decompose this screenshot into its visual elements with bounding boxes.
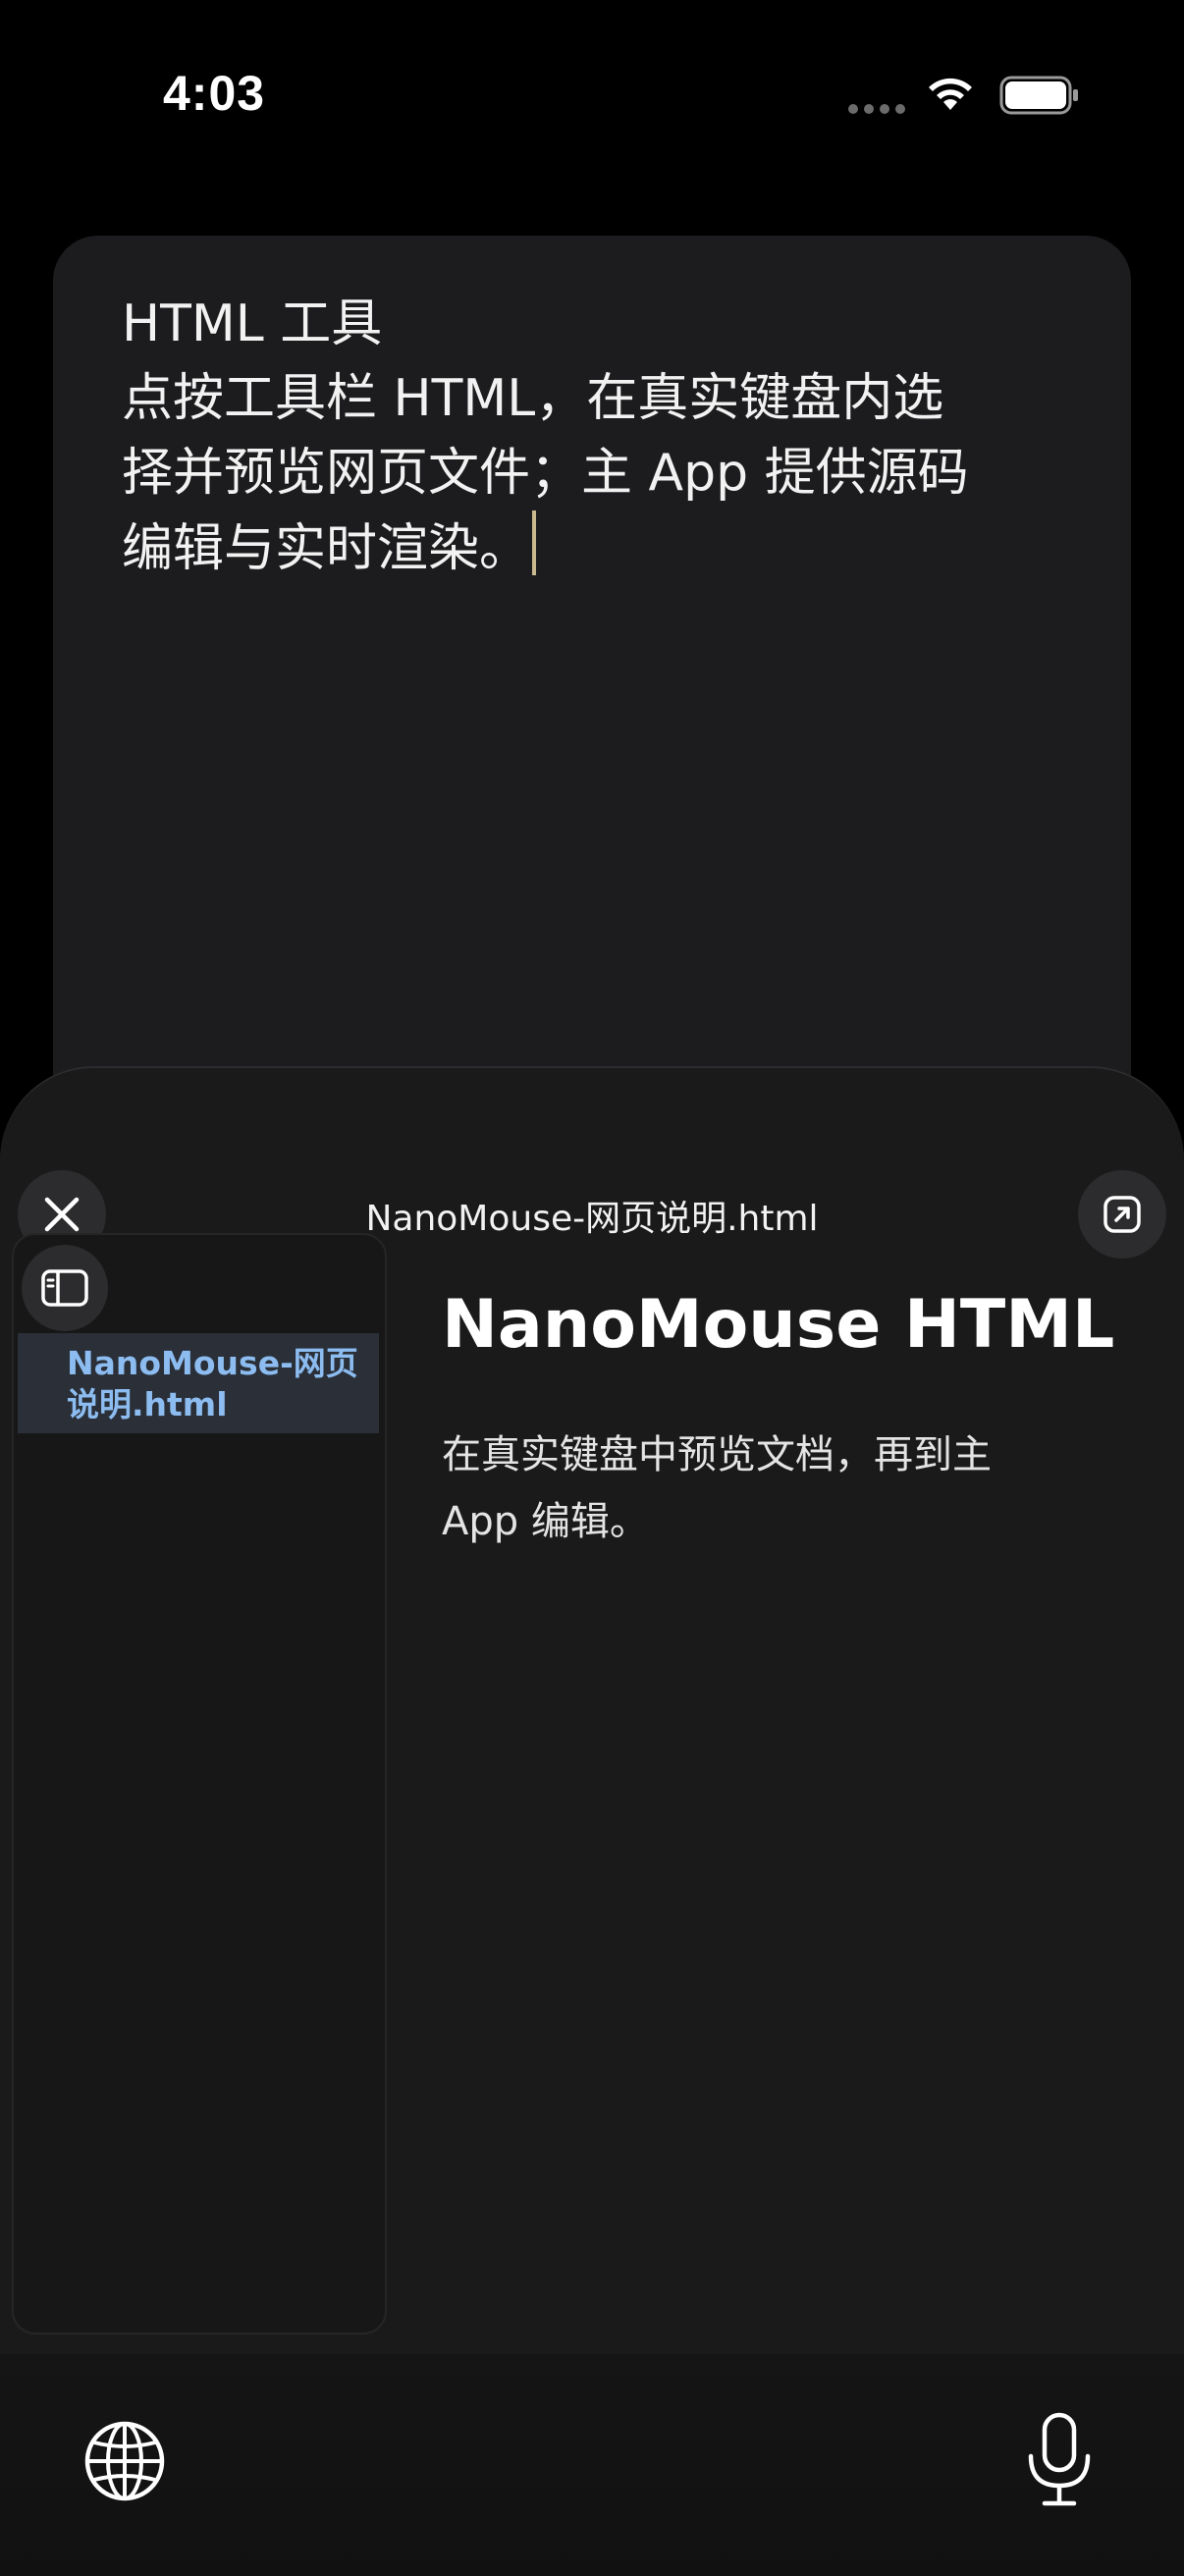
preview-body-text: 在真实键盘中预览文档，再到主 App 编辑。 — [442, 1432, 992, 1544]
file-item-label: NanoMouse-网页说明.html — [67, 1344, 358, 1423]
sidebar-toggle-button[interactable] — [22, 1245, 108, 1331]
note-line: 点按工具栏 HTML，在真实键盘内选 — [122, 369, 944, 428]
preview-heading: NanoMouse HTML — [442, 1286, 1115, 1364]
note-line: 编辑与实时渲染。 — [122, 519, 531, 578]
sidebar-toggle-icon — [41, 1269, 88, 1307]
note-text[interactable]: HTML 工具 点按工具栏 HTML，在真实键盘内选 择并预览网页文件；主 Ap… — [122, 287, 1084, 586]
close-icon — [44, 1197, 80, 1232]
note-line: 择并预览网页文件；主 App 提供源码 — [122, 444, 969, 503]
battery-icon — [999, 76, 1078, 115]
html-preview-panel: NanoMouse-网页说明.html NanoMouse-网页说明.html … — [0, 1066, 1184, 2576]
file-sidebar: NanoMouse-网页说明.html — [12, 1233, 387, 2334]
status-time: 4:03 — [163, 66, 266, 121]
note-line: HTML 工具 — [122, 295, 383, 353]
open-in-app-button[interactable] — [1078, 1170, 1166, 1259]
cellular-signal-icon — [848, 104, 905, 114]
microphone-icon[interactable] — [1017, 2411, 1102, 2509]
open-external-icon — [1103, 1196, 1141, 1233]
keyboard-bottom-bar — [0, 2354, 1184, 2576]
text-caret — [532, 510, 537, 575]
wifi-icon — [929, 78, 972, 110]
file-list-item[interactable]: NanoMouse-网页说明.html — [18, 1333, 379, 1433]
globe-icon[interactable] — [81, 2417, 169, 2505]
